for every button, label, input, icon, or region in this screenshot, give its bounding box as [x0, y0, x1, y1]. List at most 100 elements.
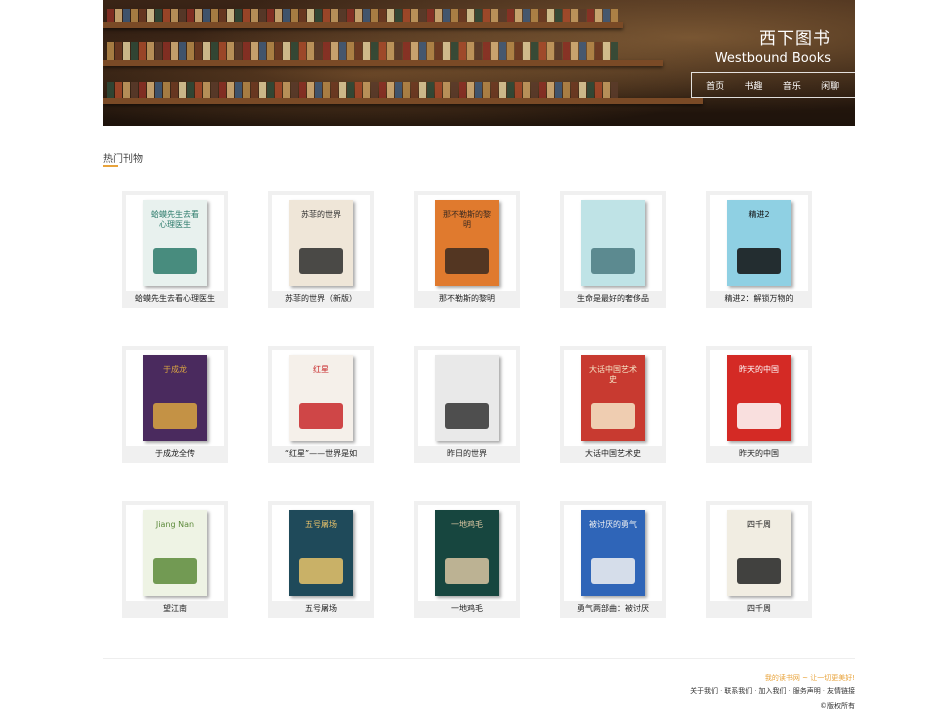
book-cover-image[interactable]: 五号屠场 — [289, 510, 353, 596]
book-cover-title: 四千周 — [747, 520, 771, 529]
book-card[interactable]: 昨日的世界 — [414, 346, 520, 463]
book-card[interactable]: 红星 “红星”——世界是如 — [268, 346, 374, 463]
book-cover-frame: 苏菲的世界 — [272, 195, 370, 291]
book-card[interactable]: 昨天的中国 昨天的中国 — [706, 346, 812, 463]
book-title[interactable]: 望江南 — [122, 602, 228, 616]
book-card[interactable]: 五号屠场 五号屠场 — [268, 501, 374, 618]
book-cover-frame: 被讨厌的勇气 — [564, 505, 662, 601]
book-cover-art — [299, 248, 343, 274]
book-cover-title: 于成龙 — [163, 365, 187, 374]
footer-link-friends[interactable]: 友情链接 — [827, 687, 855, 695]
book-cover-art — [299, 403, 343, 429]
book-cover-image[interactable]: 苏菲的世界 — [289, 200, 353, 286]
banner-shelf — [103, 98, 703, 104]
book-cover-title: 一地鸡毛 — [451, 520, 483, 529]
book-card[interactable]: 生命是最好的奢侈品 — [560, 191, 666, 308]
book-card[interactable]: 精进2 精进2：解锁万物的 — [706, 191, 812, 308]
book-cover-image[interactable] — [581, 200, 645, 286]
nav-home[interactable]: 首页 — [706, 79, 724, 92]
book-cover-image[interactable]: 一地鸡毛 — [435, 510, 499, 596]
book-cover-title: 被讨厌的勇气 — [589, 520, 637, 529]
book-cover-frame: 精进2 — [710, 195, 808, 291]
nav-chat[interactable]: 闲聊 — [821, 79, 839, 92]
book-cover-art — [153, 403, 197, 429]
book-title[interactable]: 精进2：解锁万物的 — [706, 292, 812, 306]
book-cover-title: 大话中国艺术史 — [589, 365, 637, 384]
book-cover-frame: 四千周 — [710, 505, 808, 601]
banner-shelf — [103, 60, 663, 66]
book-title[interactable]: 那不勒斯的黎明 — [414, 292, 520, 306]
book-cover-art — [153, 558, 197, 584]
book-card[interactable]: 大话中国艺术史 大话中国艺术史 — [560, 346, 666, 463]
book-cover-image[interactable]: 被讨厌的勇气 — [581, 510, 645, 596]
book-cover-image[interactable]: 大话中国艺术史 — [581, 355, 645, 441]
book-cover-art — [445, 248, 489, 274]
book-cover-title: 那不勒斯的黎明 — [443, 210, 491, 229]
footer-link-about[interactable]: 关于我们 — [690, 687, 718, 695]
footer-copyright: ©版权所有 — [820, 702, 855, 710]
book-title[interactable]: 苏菲的世界（新版） — [268, 292, 374, 306]
footer-links: 关于我们 · 联系我们 · 加入我们 · 服务声明 · 友情链接 — [690, 687, 855, 695]
book-cover-image[interactable]: 昨天的中国 — [727, 355, 791, 441]
header-banner: 西下图书 Westbound Books 首页 书趣 音乐 闲聊 留言 关于 — [103, 0, 855, 126]
book-cover-art — [591, 248, 635, 274]
nav-book-fun[interactable]: 书趣 — [744, 79, 762, 92]
book-cover-frame — [564, 195, 662, 291]
book-title[interactable]: 勇气两部曲：被讨厌 — [560, 602, 666, 616]
nav-music[interactable]: 音乐 — [783, 79, 801, 92]
book-cover-image[interactable]: 精进2 — [727, 200, 791, 286]
book-card[interactable]: 苏菲的世界苏菲的世界（新版） — [268, 191, 374, 308]
book-cover-title: 苏菲的世界 — [301, 210, 341, 219]
book-card[interactable]: 被讨厌的勇气勇气两部曲：被讨厌 — [560, 501, 666, 618]
book-cover-title: 红星 — [313, 365, 329, 374]
book-cover-art — [591, 403, 635, 429]
book-title[interactable]: 一地鸡毛 — [414, 602, 520, 616]
book-cover-frame: 一地鸡毛 — [418, 505, 516, 601]
book-title[interactable]: 昨天的中国 — [706, 447, 812, 461]
book-card[interactable]: 四千周 四千周 — [706, 501, 812, 618]
book-cover-image[interactable]: 于成龙 — [143, 355, 207, 441]
book-cover-art — [153, 248, 197, 274]
book-cover-frame: 那不勒斯的黎明 — [418, 195, 516, 291]
book-cover-image[interactable]: 红星 — [289, 355, 353, 441]
book-cover-image[interactable]: 蛤蟆先生去看心理医生 — [143, 200, 207, 286]
footer-link-terms[interactable]: 服务声明 — [793, 687, 821, 695]
book-cover-art — [591, 558, 635, 584]
book-cover-image[interactable]: 四千周 — [727, 510, 791, 596]
book-cover-frame: 红星 — [272, 350, 370, 446]
book-cover-frame — [418, 350, 516, 446]
main-nav: 首页 书趣 音乐 闲聊 留言 关于 — [691, 72, 855, 98]
book-title[interactable]: 生命是最好的奢侈品 — [560, 292, 666, 306]
book-cover-title: 蛤蟆先生去看心理医生 — [151, 210, 199, 229]
section-title: 热门刊物 — [103, 154, 143, 165]
brand-name-en: Westbound Books — [714, 51, 831, 66]
book-title[interactable]: “红星”——世界是如 — [268, 447, 374, 461]
book-card[interactable]: Jiang Nan 望江南 — [122, 501, 228, 618]
banner-books — [107, 2, 619, 22]
footer-divider — [103, 658, 855, 659]
book-card[interactable]: 于成龙 于成龙全传 — [122, 346, 228, 463]
book-title[interactable]: 四千周 — [706, 602, 812, 616]
footer-link-join[interactable]: 加入我们 — [759, 687, 787, 695]
book-cover-image[interactable]: Jiang Nan — [143, 510, 207, 596]
book-cover-title: 精进2 — [748, 210, 770, 219]
book-title[interactable]: 蛤蟆先生去看心理医生 — [122, 292, 228, 306]
section-title-underline — [103, 165, 118, 167]
book-title[interactable]: 于成龙全传 — [122, 447, 228, 461]
brand[interactable]: 西下图书 Westbound Books — [715, 24, 831, 66]
book-title[interactable]: 五号屠场 — [268, 602, 374, 616]
book-title[interactable]: 大话中国艺术史 — [560, 447, 666, 461]
book-cover-frame: 于成龙 — [126, 350, 224, 446]
footer-link-contact[interactable]: 联系我们 — [724, 687, 752, 695]
book-title[interactable]: 昨日的世界 — [414, 447, 520, 461]
book-cover-image[interactable]: 那不勒斯的黎明 — [435, 200, 499, 286]
book-cover-art — [737, 403, 781, 429]
book-card[interactable]: 那不勒斯的黎明 那不勒斯的黎明 — [414, 191, 520, 308]
book-card[interactable]: 蛤蟆先生去看心理医生 蛤蟆先生去看心理医生 — [122, 191, 228, 308]
banner-books — [107, 78, 619, 98]
book-cover-art — [737, 248, 781, 274]
book-card[interactable]: 一地鸡毛 一地鸡毛 — [414, 501, 520, 618]
book-cover-frame: 大话中国艺术史 — [564, 350, 662, 446]
book-cover-image[interactable] — [435, 355, 499, 441]
footer-slogan: 我的读书网 ~ 让一切更美好! — [764, 674, 855, 682]
